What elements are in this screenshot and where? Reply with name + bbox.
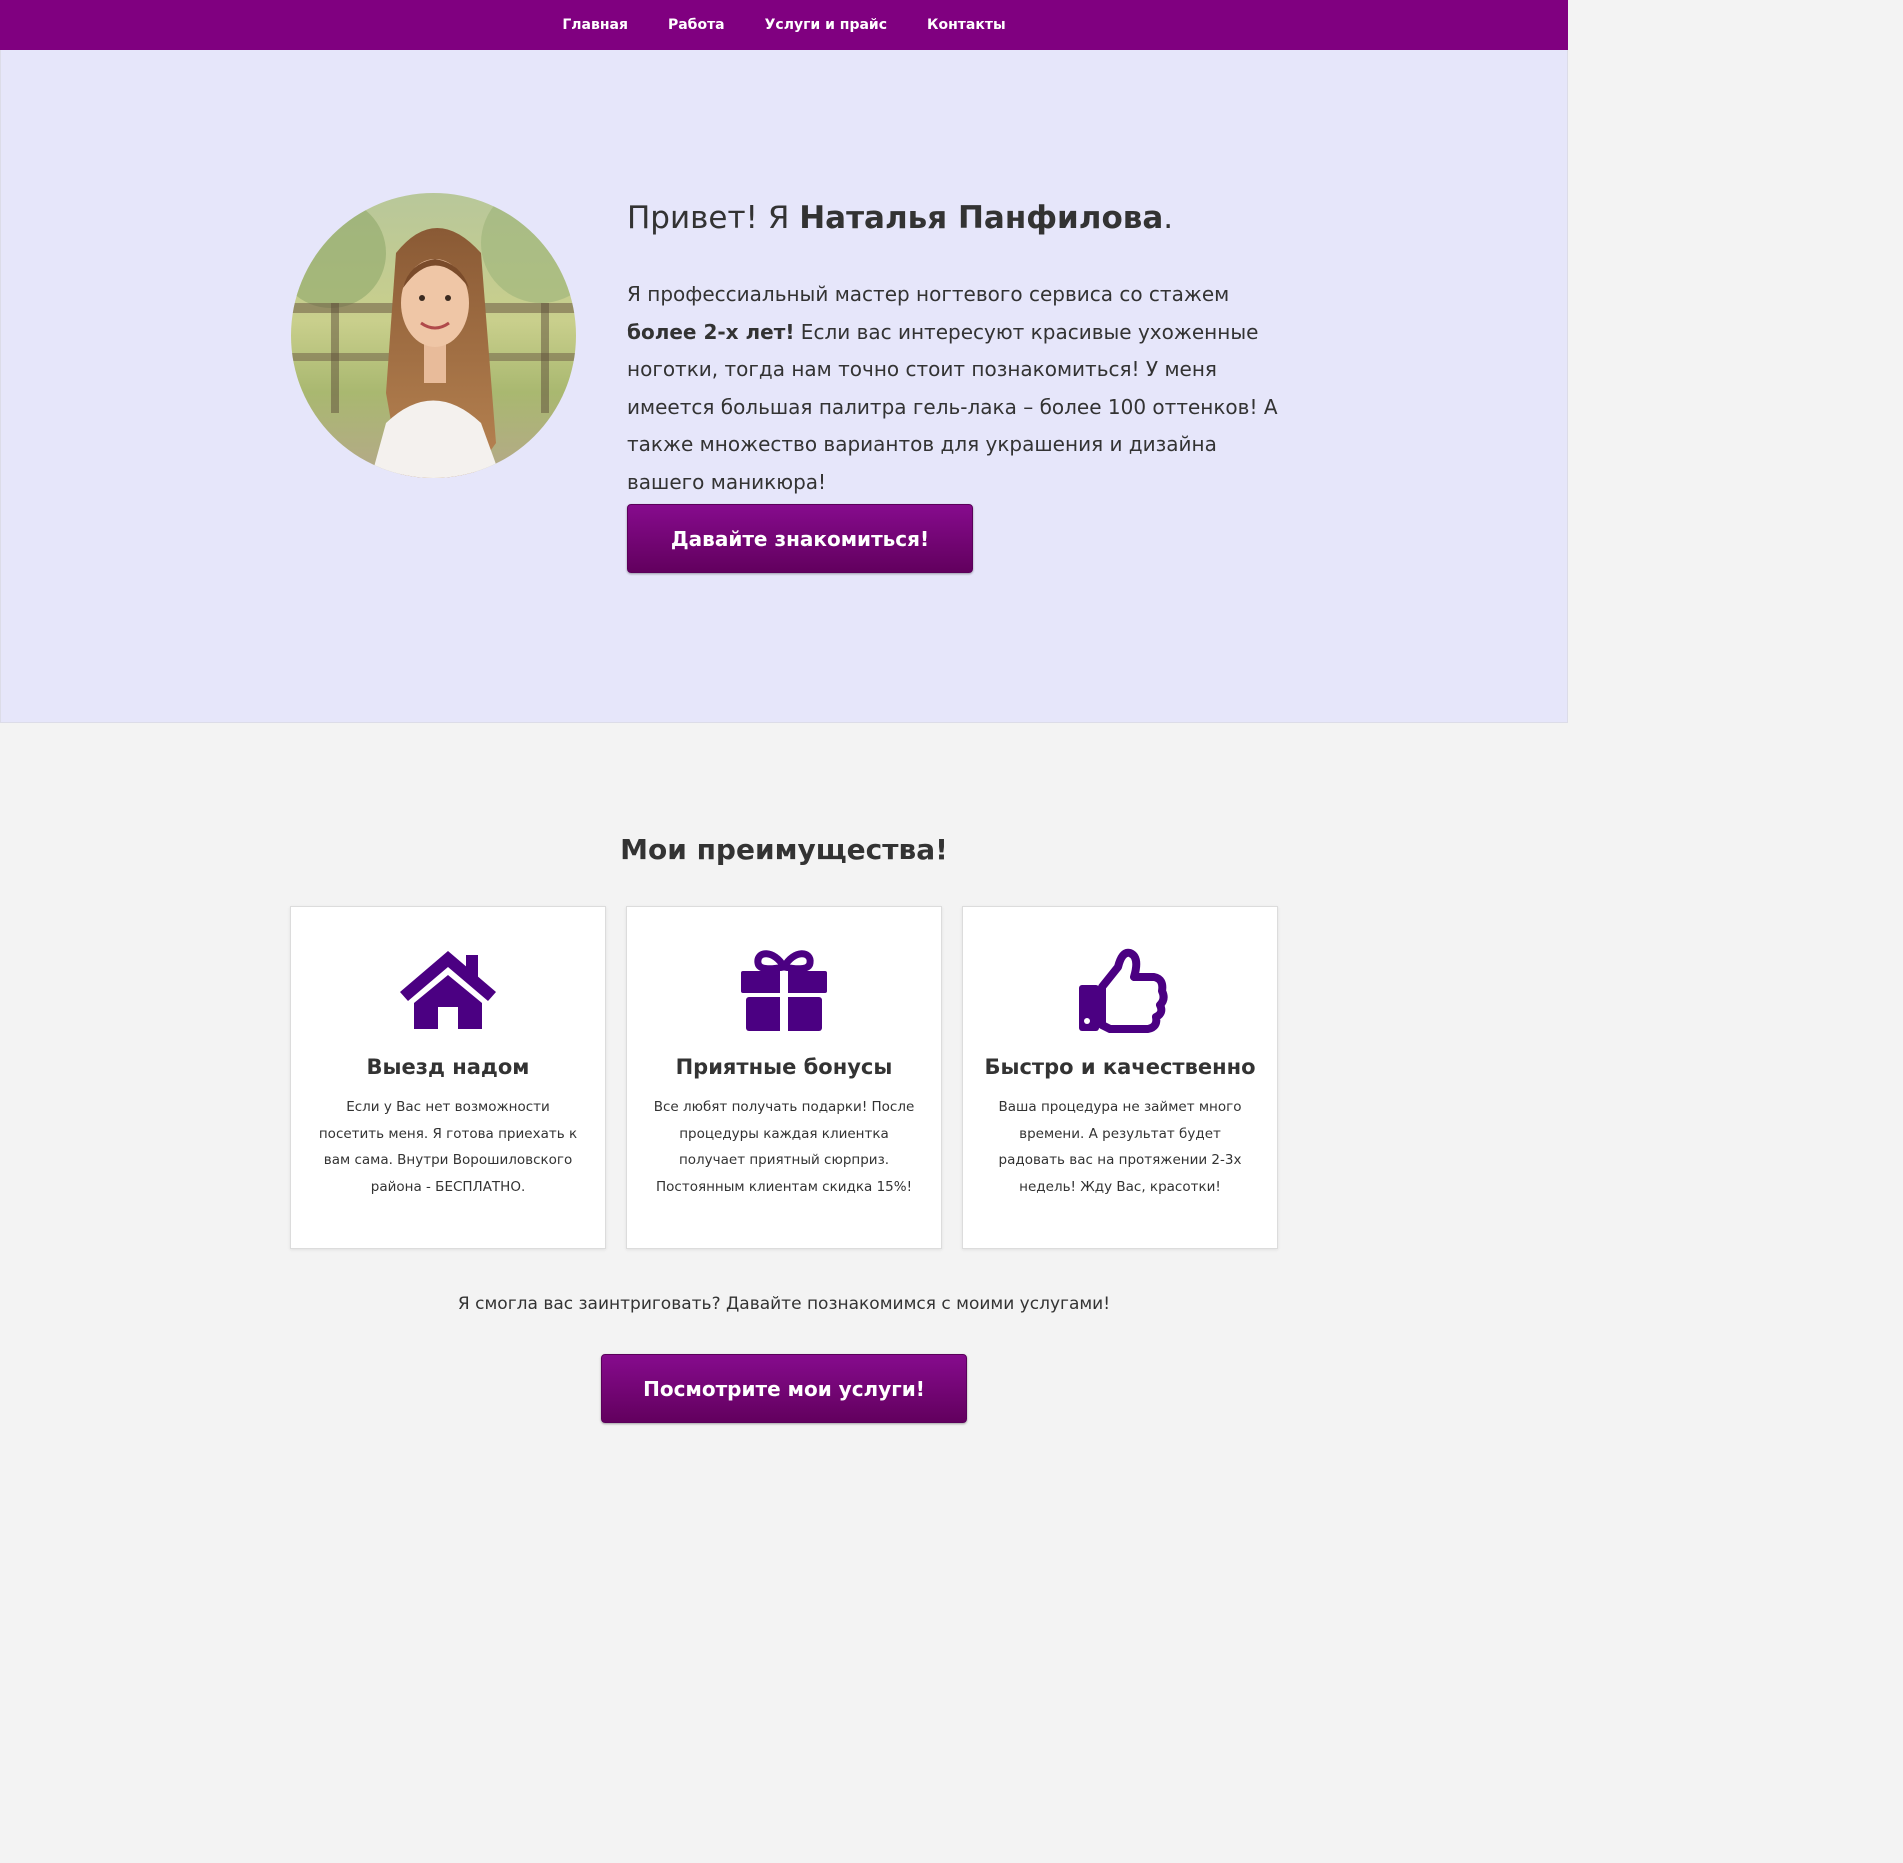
hero-section: Привет! Я Наталья Панфилова. Я профессиа… (0, 50, 1568, 723)
feature-card-home-visit: Выезд надом Если у Вас нет возможности п… (290, 906, 606, 1249)
feature-title: Выезд надом (366, 1055, 530, 1079)
thumbs-up-icon (963, 947, 1277, 1033)
view-services-button[interactable]: Посмотрите мои услуги! (601, 1354, 967, 1423)
home-icon (291, 947, 605, 1033)
top-navigation: Главная Работа Услуги и прайс Контакты (0, 0, 1568, 50)
hero-desc-part2: Если вас интересуют красивые ухоженные н… (627, 319, 1278, 494)
avatar-photo (291, 193, 576, 478)
lets-meet-button[interactable]: Давайте знакомиться! (627, 504, 973, 573)
features-section: Мои преимущества! Выезд надом Если у Вас… (0, 723, 1568, 1535)
nav-link-home[interactable]: Главная (562, 17, 628, 33)
hero-greeting: Привет! Я (627, 200, 800, 236)
feature-text: Если у Вас нет возможности посетить меня… (318, 1099, 578, 1195)
features-title: Мои преимущества! (620, 833, 948, 866)
hero-title: Привет! Я Наталья Панфилова. (627, 200, 1287, 236)
hero-text-block: Привет! Я Наталья Панфилова. Я профессиа… (627, 200, 1287, 501)
feature-card-bonuses: Приятные бонусы Все любят получать подар… (626, 906, 942, 1249)
portrait-image (291, 193, 576, 478)
nav-link-services[interactable]: Услуги и прайс (765, 17, 887, 33)
nav-link-contacts[interactable]: Контакты (927, 17, 1006, 33)
services-teaser: Я смогла вас заинтриговать? Давайте позн… (457, 1294, 1111, 1314)
feature-title: Приятные бонусы (675, 1055, 893, 1079)
hero-desc-bold: более 2-х лет! (627, 319, 795, 344)
feature-text: Ваша процедура не займет много времени. … (998, 1099, 1242, 1195)
hero-desc-part1: Я профессиальный мастер ногтевого сервис… (627, 282, 1230, 306)
gift-icon (627, 947, 941, 1033)
hero-greeting-end: . (1163, 200, 1174, 236)
feature-card-fast-quality: Быстро и качественно Ваша процедура не з… (962, 906, 1278, 1249)
feature-text: Все любят получать подарки! После процед… (653, 1099, 915, 1195)
hero-description: Я профессиальный мастер ногтевого сервис… (627, 276, 1287, 501)
feature-title: Быстро и качественно (984, 1055, 1256, 1079)
hero-name: Наталья Панфилова (799, 200, 1164, 236)
nav-link-work[interactable]: Работа (668, 17, 725, 33)
